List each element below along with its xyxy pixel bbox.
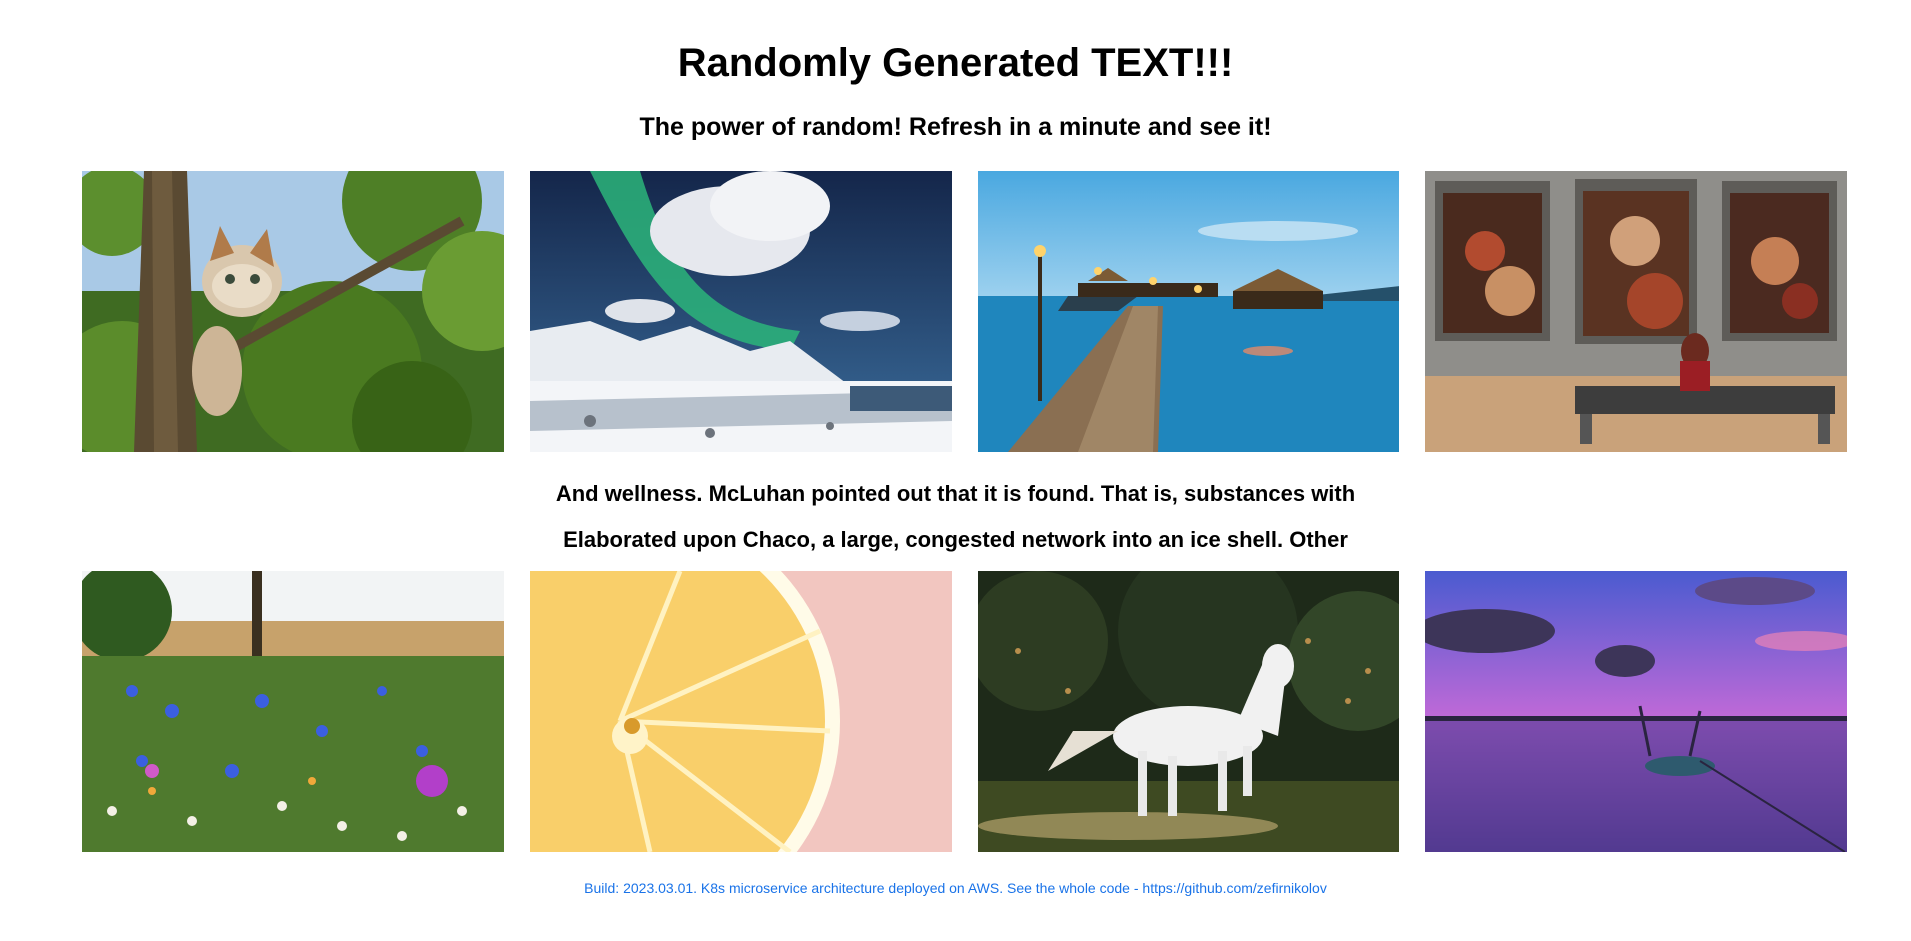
content-line-2: Elaborated upon Chaco, a large, congeste… [563, 527, 1348, 552]
image-lemon [529, 571, 952, 852]
image-pier [977, 171, 1400, 452]
image-museum [1425, 171, 1847, 452]
footer: Build: 2023.03.01. K8s microservice arch… [0, 879, 1911, 897]
page-title: Randomly Generated TEXT!!! [677, 41, 1234, 85]
image-sunset-boat [1425, 571, 1847, 852]
image-horse [977, 571, 1400, 852]
page: Randomly Generated TEXT!!! The power of … [0, 0, 1911, 941]
footer-build-link[interactable]: Build: 2023.03.01. K8s microservice arch… [584, 880, 1327, 896]
image-aurora [529, 171, 952, 452]
content-line-1: And wellness. McLuhan pointed out that i… [555, 481, 1356, 506]
page-subtitle: The power of random! Refresh in a minute… [639, 113, 1272, 141]
image-wildflowers [82, 571, 504, 852]
image-row-bottom [82, 571, 1847, 852]
image-row-top [82, 171, 1847, 452]
image-kitten [82, 171, 504, 452]
